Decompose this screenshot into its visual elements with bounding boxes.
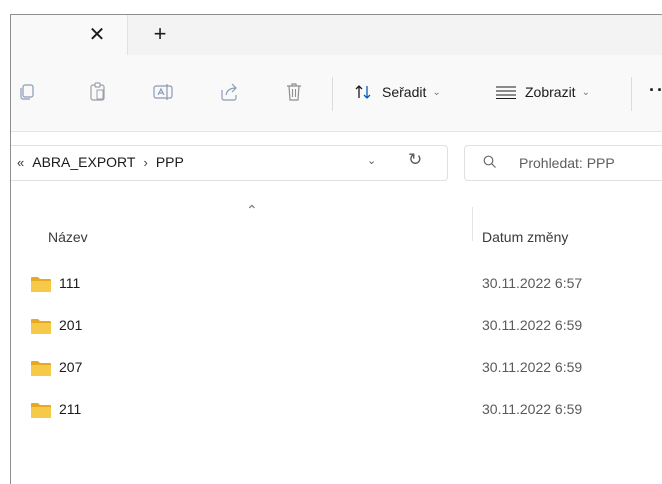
tab-strip: ✕ + bbox=[11, 15, 662, 55]
folder-icon bbox=[31, 319, 51, 334]
breadcrumb: « ABRA_EXPORT › PPP bbox=[17, 154, 184, 170]
more-options-button[interactable]: ·· bbox=[649, 81, 662, 99]
search-icon bbox=[483, 155, 496, 168]
breadcrumb-item-abra-export[interactable]: ABRA_EXPORT bbox=[32, 154, 135, 170]
command-bar: Seřadit ⌄ Zobrazit ⌄ ·· bbox=[11, 55, 662, 132]
file-date: 30.11.2022 6:59 bbox=[482, 401, 583, 417]
search-input[interactable]: Prohledat: PPP bbox=[464, 145, 662, 181]
tab-active[interactable]: ✕ bbox=[11, 15, 128, 55]
file-name: 207 bbox=[59, 359, 83, 375]
file-explorer-window: ✕ + Seřadit ⌄ Zobrazit ⌄ ·· bbox=[10, 14, 662, 484]
breadcrumb-overflow-button[interactable]: « bbox=[17, 155, 24, 170]
refresh-button[interactable]: ↻ bbox=[408, 150, 422, 170]
toolbar-separator bbox=[332, 77, 333, 111]
file-list: ⌃ Název Datum změny 111 30.11.2022 6:57 … bbox=[11, 202, 662, 484]
address-bar[interactable]: « ABRA_EXPORT › PPP ⌄ ↻ bbox=[11, 145, 448, 181]
sort-icon bbox=[355, 85, 371, 99]
breadcrumb-item-ppp[interactable]: PPP bbox=[156, 154, 184, 170]
view-icon bbox=[496, 86, 516, 99]
copy-icon[interactable] bbox=[17, 81, 39, 103]
sort-label: Seřadit bbox=[382, 84, 427, 100]
folder-icon bbox=[31, 361, 51, 376]
list-item[interactable]: 207 30.11.2022 6:59 bbox=[11, 353, 662, 383]
search-placeholder: Prohledat: PPP bbox=[519, 155, 615, 171]
list-item[interactable]: 201 30.11.2022 6:59 bbox=[11, 311, 662, 341]
new-tab-button[interactable]: + bbox=[146, 21, 174, 49]
file-name: 201 bbox=[59, 317, 83, 333]
toolbar-separator bbox=[631, 77, 632, 111]
list-item[interactable]: 211 30.11.2022 6:59 bbox=[11, 395, 662, 425]
address-row: « ABRA_EXPORT › PPP ⌄ ↻ Prohledat: PPP bbox=[11, 132, 662, 202]
chevron-down-icon: ⌄ bbox=[581, 86, 590, 98]
file-date: 30.11.2022 6:59 bbox=[482, 317, 583, 333]
list-item[interactable]: 111 30.11.2022 6:57 bbox=[11, 269, 662, 299]
file-date: 30.11.2022 6:59 bbox=[482, 359, 583, 375]
column-header-name[interactable]: Název bbox=[48, 229, 88, 245]
view-label: Zobrazit bbox=[525, 84, 576, 100]
file-name: 111 bbox=[59, 275, 81, 291]
folder-icon bbox=[31, 403, 51, 418]
column-header-date[interactable]: Datum změny bbox=[482, 229, 568, 245]
rename-icon[interactable] bbox=[152, 81, 174, 103]
sort-button[interactable]: Seřadit ⌄ bbox=[354, 81, 441, 103]
paste-icon[interactable] bbox=[87, 81, 109, 103]
folder-icon bbox=[31, 277, 51, 292]
address-history-dropdown[interactable]: ⌄ bbox=[367, 154, 376, 167]
file-name: 211 bbox=[59, 401, 82, 417]
delete-icon[interactable] bbox=[283, 81, 305, 103]
chevron-right-icon[interactable]: › bbox=[143, 155, 147, 170]
view-button[interactable]: Zobrazit ⌄ bbox=[495, 81, 590, 103]
column-divider[interactable] bbox=[472, 207, 473, 241]
chevron-down-icon: ⌄ bbox=[432, 86, 441, 98]
close-tab-button[interactable]: ✕ bbox=[83, 21, 111, 49]
file-date: 30.11.2022 6:57 bbox=[482, 275, 583, 291]
share-icon[interactable] bbox=[218, 81, 240, 103]
sort-ascending-icon: ⌃ bbox=[246, 202, 258, 218]
